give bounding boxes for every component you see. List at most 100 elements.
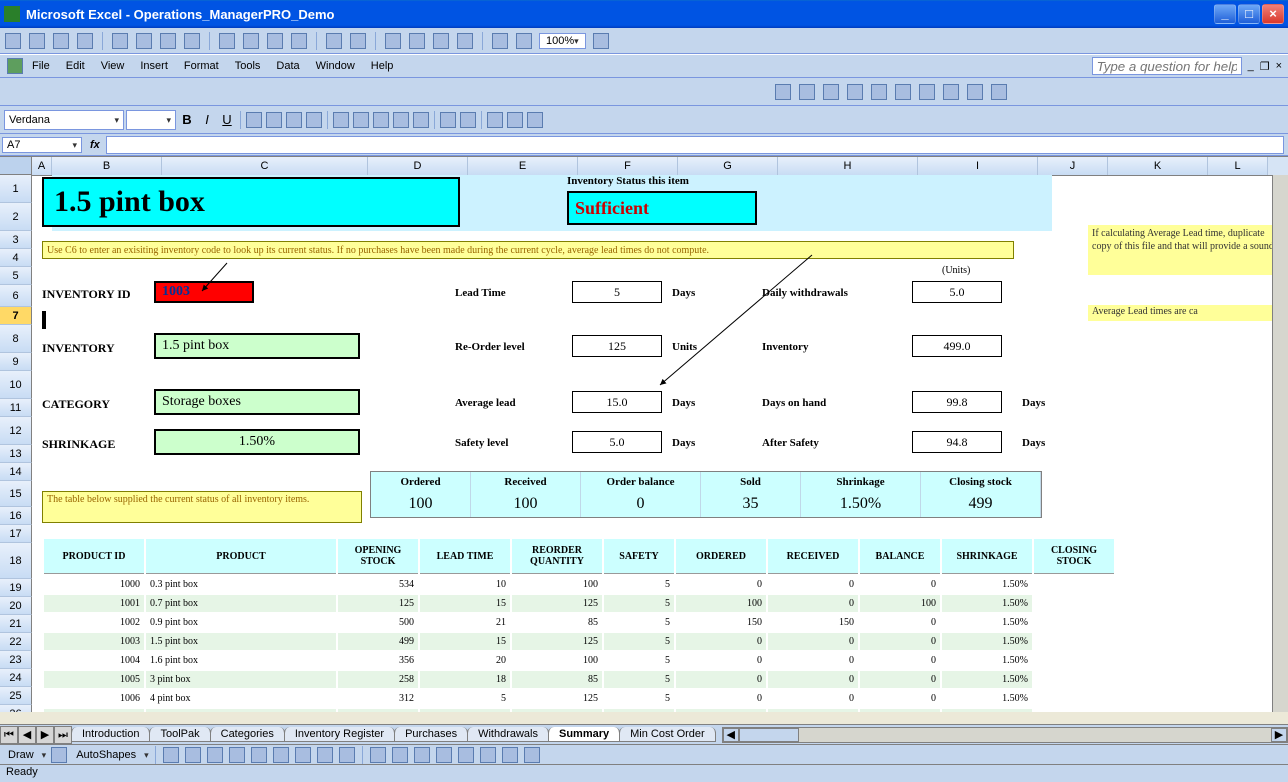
- table-row[interactable]: 10000.3 pint box5341010050001.50%: [44, 576, 1114, 593]
- table-header[interactable]: SAFETY: [604, 539, 674, 574]
- zoom-combo[interactable]: 100%: [539, 33, 586, 49]
- table-cell[interactable]: 258: [338, 671, 418, 688]
- table-cell[interactable]: 20: [420, 652, 510, 669]
- row-header[interactable]: 4: [0, 249, 32, 267]
- table-row[interactable]: 10064 pint box312512550001.50%: [44, 690, 1114, 707]
- line-color-icon[interactable]: [392, 747, 408, 763]
- horizontal-scrollbar[interactable]: ◀ ▶: [722, 727, 1288, 743]
- table-row[interactable]: 10041.6 pint box3562010050001.50%: [44, 652, 1114, 669]
- sheet-tab[interactable]: Inventory Register: [284, 727, 395, 742]
- row-header[interactable]: 18: [0, 543, 32, 579]
- menu-view[interactable]: View: [93, 58, 133, 74]
- table-cell[interactable]: 1006: [44, 690, 144, 707]
- fill-color-icon[interactable]: [507, 112, 523, 128]
- table-cell[interactable]: 1005: [44, 671, 144, 688]
- table-header[interactable]: REORDER QUANTITY: [512, 539, 602, 574]
- col-header[interactable]: D: [368, 157, 468, 175]
- minimize-button[interactable]: _: [1214, 4, 1236, 24]
- table-cell[interactable]: 21: [420, 614, 510, 631]
- help-input[interactable]: [1092, 57, 1242, 75]
- table-cell[interactable]: 0.9 pint box: [146, 614, 336, 631]
- menu-help[interactable]: Help: [363, 58, 402, 74]
- row-header[interactable]: 21: [0, 615, 32, 633]
- table-cell[interactable]: 18: [420, 671, 510, 688]
- table-cell[interactable]: 0.7 pint box: [146, 595, 336, 612]
- table-cell[interactable]: 1000: [44, 576, 144, 593]
- increase-decimal-icon[interactable]: [393, 112, 409, 128]
- font-combo[interactable]: Verdana: [4, 110, 124, 130]
- table-cell[interactable]: 10: [420, 576, 510, 593]
- col-header[interactable]: K: [1108, 157, 1208, 175]
- table-cell[interactable]: 0: [860, 614, 940, 631]
- oval-icon[interactable]: [229, 747, 245, 763]
- menu-data[interactable]: Data: [268, 58, 307, 74]
- table-cell[interactable]: 3 pint box: [146, 671, 336, 688]
- table-cell[interactable]: 125: [512, 595, 602, 612]
- select-objects-icon[interactable]: [51, 747, 67, 763]
- row-header[interactable]: 20: [0, 597, 32, 615]
- row-header[interactable]: 7: [0, 307, 32, 325]
- vertical-scrollbar[interactable]: [1272, 175, 1288, 712]
- table-cell[interactable]: 5: [604, 671, 674, 688]
- col-header[interactable]: I: [918, 157, 1038, 175]
- tool-icon[interactable]: [775, 84, 791, 100]
- table-cell[interactable]: 4 pint box: [146, 690, 336, 707]
- spell-icon[interactable]: [160, 33, 176, 49]
- table-cell[interactable]: 100: [512, 576, 602, 593]
- table-cell[interactable]: 5: [604, 576, 674, 593]
- table-cell[interactable]: 0.3 pint box: [146, 576, 336, 593]
- tool-icon[interactable]: [943, 84, 959, 100]
- table-header[interactable]: OPENING STOCK: [338, 539, 418, 574]
- open-icon[interactable]: [29, 33, 45, 49]
- menu-edit[interactable]: Edit: [58, 58, 93, 74]
- table-cell[interactable]: 125: [338, 595, 418, 612]
- row-header[interactable]: 3: [0, 231, 32, 249]
- percent-icon[interactable]: [353, 112, 369, 128]
- arrow-icon[interactable]: [185, 747, 201, 763]
- table-cell[interactable]: 5: [420, 690, 510, 707]
- shadow-icon[interactable]: [502, 747, 518, 763]
- col-header[interactable]: L: [1208, 157, 1268, 175]
- col-header[interactable]: G: [678, 157, 778, 175]
- table-cell[interactable]: 0: [768, 576, 858, 593]
- sort-desc-icon[interactable]: [457, 33, 473, 49]
- table-cell[interactable]: 15: [420, 595, 510, 612]
- undo-icon[interactable]: [326, 33, 342, 49]
- table-cell[interactable]: 0: [860, 576, 940, 593]
- row-header[interactable]: 10: [0, 371, 32, 399]
- sheet-tab[interactable]: Purchases: [394, 727, 468, 742]
- table-cell[interactable]: 0: [676, 633, 766, 650]
- print-icon[interactable]: [112, 33, 128, 49]
- 3d-icon[interactable]: [524, 747, 540, 763]
- dash-style-icon[interactable]: [458, 747, 474, 763]
- autosum-icon[interactable]: [409, 33, 425, 49]
- inventory-id-value[interactable]: 1003: [154, 281, 254, 303]
- sheet-tab[interactable]: Min Cost Order: [619, 727, 716, 742]
- redo-icon[interactable]: [350, 33, 366, 49]
- merge-icon[interactable]: [306, 112, 322, 128]
- table-cell[interactable]: 0: [860, 652, 940, 669]
- col-header[interactable]: A: [32, 157, 52, 175]
- textbox-icon[interactable]: [251, 747, 267, 763]
- menu-insert[interactable]: Insert: [132, 58, 176, 74]
- autoshapes-menu[interactable]: AutoShapes: [72, 749, 140, 761]
- table-cell[interactable]: 1.6 pint box: [146, 652, 336, 669]
- sort-asc-icon[interactable]: [433, 33, 449, 49]
- scroll-thumb[interactable]: [739, 728, 799, 742]
- row-header[interactable]: 15: [0, 481, 32, 507]
- table-cell[interactable]: 534: [338, 576, 418, 593]
- table-cell[interactable]: 1004: [44, 652, 144, 669]
- row-header[interactable]: 22: [0, 633, 32, 651]
- col-header[interactable]: H: [778, 157, 918, 175]
- table-cell[interactable]: 1007: [44, 709, 144, 712]
- table-cell[interactable]: 0: [676, 671, 766, 688]
- tool-icon[interactable]: [823, 84, 839, 100]
- table-header[interactable]: LEAD TIME: [420, 539, 510, 574]
- row-header[interactable]: 13: [0, 445, 32, 463]
- wordart-icon[interactable]: [273, 747, 289, 763]
- sheet-tab[interactable]: Summary: [548, 727, 620, 742]
- fx-icon[interactable]: fx: [90, 139, 100, 151]
- table-cell[interactable]: 150: [676, 614, 766, 631]
- table-cell[interactable]: 1.50%: [942, 652, 1032, 669]
- table-header[interactable]: CLOSING STOCK: [1034, 539, 1114, 574]
